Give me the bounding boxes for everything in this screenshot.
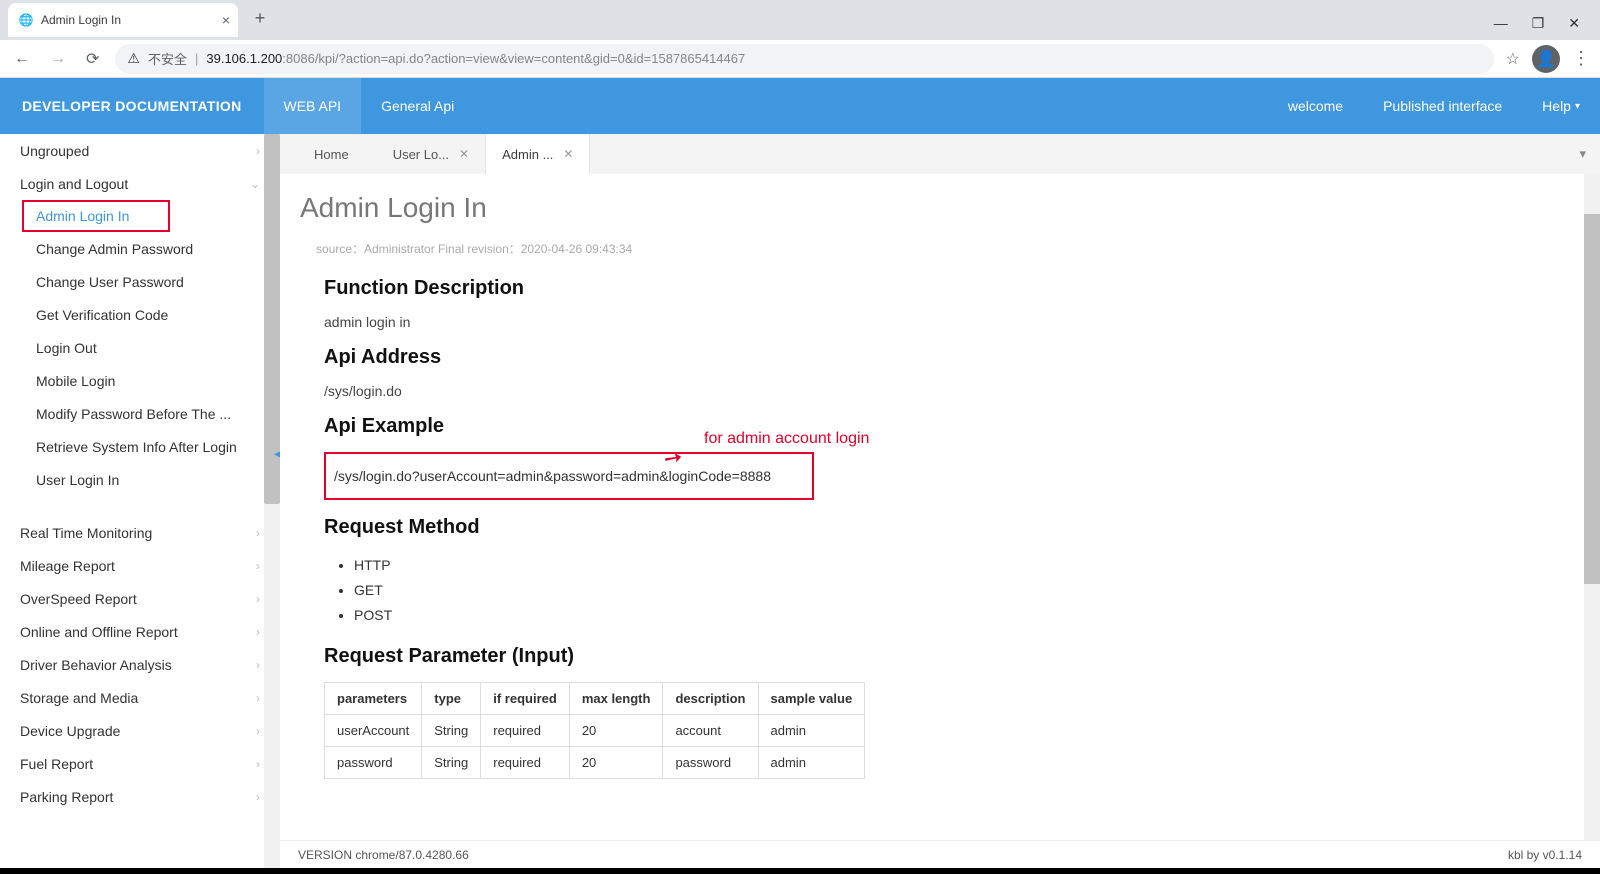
chevron-right-icon: ›	[256, 526, 260, 540]
chevron-right-icon: ›	[256, 790, 260, 804]
sidebar-scrollbar[interactable]	[264, 134, 280, 868]
close-icon[interactable]: ✕	[459, 147, 469, 161]
app-footer: VERSION chrome/87.0.4280.66 kbl by v0.1.…	[280, 840, 1600, 868]
brand-title: DEVELOPER DOCUMENTATION	[0, 98, 264, 114]
window-controls: — ❐ ✕	[1494, 15, 1600, 40]
tab-close-icon[interactable]: ×	[222, 12, 230, 28]
table-row: password String required 20 password adm…	[325, 746, 865, 778]
chevron-right-icon: ›	[256, 144, 260, 158]
sidebar-item-real-time-monitoring[interactable]: Real Time Monitoring›	[0, 516, 280, 549]
chevron-down-icon: ⌄	[250, 177, 260, 191]
forward-icon[interactable]: →	[46, 46, 70, 72]
url-path: :8086/kpi/?action=api.do?action=view&vie…	[282, 51, 745, 66]
tab-admin-login[interactable]: Admin ...✕	[486, 134, 590, 174]
browser-menu-icon[interactable]: ⋮	[1572, 48, 1590, 69]
sidebar-sub-change-admin-password[interactable]: Change Admin Password	[0, 232, 280, 265]
sidebar-sub-login-out[interactable]: Login Out	[0, 331, 280, 364]
list-item: POST	[354, 603, 1404, 628]
profile-avatar-icon[interactable]: 👤	[1532, 45, 1560, 73]
browser-toolbar: ← → ⟳ ⚠ 不安全 | 39.106.1.200:8086/kpi/?act…	[0, 40, 1600, 78]
chevron-right-icon: ›	[256, 724, 260, 738]
sidebar-sub-admin-login[interactable]: Admin Login In	[22, 200, 170, 232]
table-row: userAccount String required 20 account a…	[325, 714, 865, 746]
page-body: Admin Login In source：Administrator Fina…	[280, 174, 1600, 868]
window-minimize-icon[interactable]: —	[1494, 15, 1508, 32]
sidebar-item-driver-behavior[interactable]: Driver Behavior Analysis›	[0, 648, 280, 681]
taskbar-sliver	[0, 868, 1600, 874]
not-secure-label: 不安全	[148, 49, 187, 68]
sidebar-item-ungrouped[interactable]: Ungrouped ›	[0, 134, 280, 167]
url-host: 39.106.1.200	[206, 51, 282, 66]
chevron-right-icon: ›	[256, 559, 260, 573]
nav-published-interface[interactable]: Published interface	[1363, 78, 1522, 134]
list-item: HTTP	[354, 553, 1404, 578]
tab-overflow-icon[interactable]: ▾	[1565, 146, 1600, 162]
sidebar-item-device-upgrade[interactable]: Device Upgrade›	[0, 714, 280, 747]
content-tabbar: Home User Lo...✕ Admin ...✕ ▾	[280, 134, 1600, 174]
warning-icon: ⚠	[127, 50, 140, 67]
nav-web-api[interactable]: WEB API	[264, 78, 362, 134]
page-title: Admin Login In	[300, 192, 1572, 224]
chevron-right-icon: ›	[256, 757, 260, 771]
sidebar-sub-change-user-password[interactable]: Change User Password	[0, 265, 280, 298]
window-maximize-icon[interactable]: ❐	[1532, 15, 1545, 32]
close-icon[interactable]: ✕	[563, 147, 573, 161]
sidebar-item-fuel-report[interactable]: Fuel Report›	[0, 747, 280, 780]
api-address-value: /sys/login.do	[324, 383, 1404, 399]
bookmark-star-icon[interactable]: ☆	[1506, 49, 1520, 69]
browser-tab-title: Admin Login In	[41, 13, 121, 27]
sidebar-item-storage-media[interactable]: Storage and Media›	[0, 681, 280, 714]
content-scrollbar[interactable]	[1584, 174, 1600, 868]
chevron-right-icon: ›	[256, 625, 260, 639]
nav-help-dropdown[interactable]: Help	[1522, 78, 1600, 134]
sidebar-sub-get-verification-code[interactable]: Get Verification Code	[0, 298, 280, 331]
browser-tab[interactable]: 🌐 Admin Login In ×	[8, 3, 238, 37]
annotation-text: for admin account login	[704, 430, 869, 448]
function-description-text: admin login in	[324, 314, 1404, 330]
sidebar-item-parking-report[interactable]: Parking Report›	[0, 780, 280, 813]
chevron-right-icon: ›	[256, 691, 260, 705]
sidebar-item-online-offline-report[interactable]: Online and Offline Report›	[0, 615, 280, 648]
nav-welcome[interactable]: welcome	[1268, 78, 1363, 134]
sidebar-item-mileage-report[interactable]: Mileage Report›	[0, 549, 280, 582]
page-meta: source：Administrator Final revision：2020…	[316, 240, 1572, 257]
address-bar[interactable]: ⚠ 不安全 | 39.106.1.200:8086/kpi/?action=ap…	[115, 44, 1493, 74]
app-navbar: DEVELOPER DOCUMENTATION WEB API General …	[0, 78, 1600, 134]
params-table: parameters type if required max length d…	[324, 682, 865, 779]
globe-icon: 🌐	[18, 12, 34, 28]
section-function-description: Function Description	[324, 277, 1404, 300]
api-example-box: /sys/login.do?userAccount=admin&password…	[324, 452, 814, 500]
footer-credit: kbl by v0.1.14	[1508, 848, 1582, 862]
sidebar-sub-retrieve-system-info[interactable]: Retrieve System Info After Login	[0, 430, 280, 463]
browser-tab-strip: 🌐 Admin Login In × + — ❐ ✕	[0, 0, 1600, 40]
sidebar-item-overspeed-report[interactable]: OverSpeed Report›	[0, 582, 280, 615]
table-header-row: parameters type if required max length d…	[325, 682, 865, 714]
tab-home[interactable]: Home	[298, 134, 377, 174]
sidebar-sub-mobile-login[interactable]: Mobile Login	[0, 364, 280, 397]
content-pane: ◀ Home User Lo...✕ Admin ...✕ ▾ Admin Lo…	[280, 134, 1600, 868]
section-request-method: Request Method	[324, 516, 1404, 539]
sidebar-sub-modify-password-before[interactable]: Modify Password Before The ...	[0, 397, 280, 430]
request-method-list: HTTP GET POST	[324, 553, 1404, 629]
sidebar-item-login-logout[interactable]: Login and Logout ⌄	[0, 167, 280, 200]
chevron-right-icon: ›	[256, 658, 260, 672]
reload-icon[interactable]: ⟳	[82, 45, 103, 73]
window-close-icon[interactable]: ✕	[1568, 15, 1580, 32]
footer-version: VERSION chrome/87.0.4280.66	[298, 848, 469, 862]
section-request-parameter: Request Parameter (Input)	[324, 645, 1404, 668]
nav-general-api[interactable]: General Api	[361, 78, 474, 134]
new-tab-button[interactable]: +	[246, 5, 274, 33]
section-api-address: Api Address	[324, 346, 1404, 369]
sidebar: Ungrouped › Login and Logout ⌄ Admin Log…	[0, 134, 280, 868]
back-icon[interactable]: ←	[10, 46, 34, 72]
sidebar-sub-user-login-in[interactable]: User Login In	[0, 463, 280, 496]
tab-user-login[interactable]: User Lo...✕	[377, 134, 486, 174]
chevron-right-icon: ›	[256, 592, 260, 606]
list-item: GET	[354, 578, 1404, 603]
